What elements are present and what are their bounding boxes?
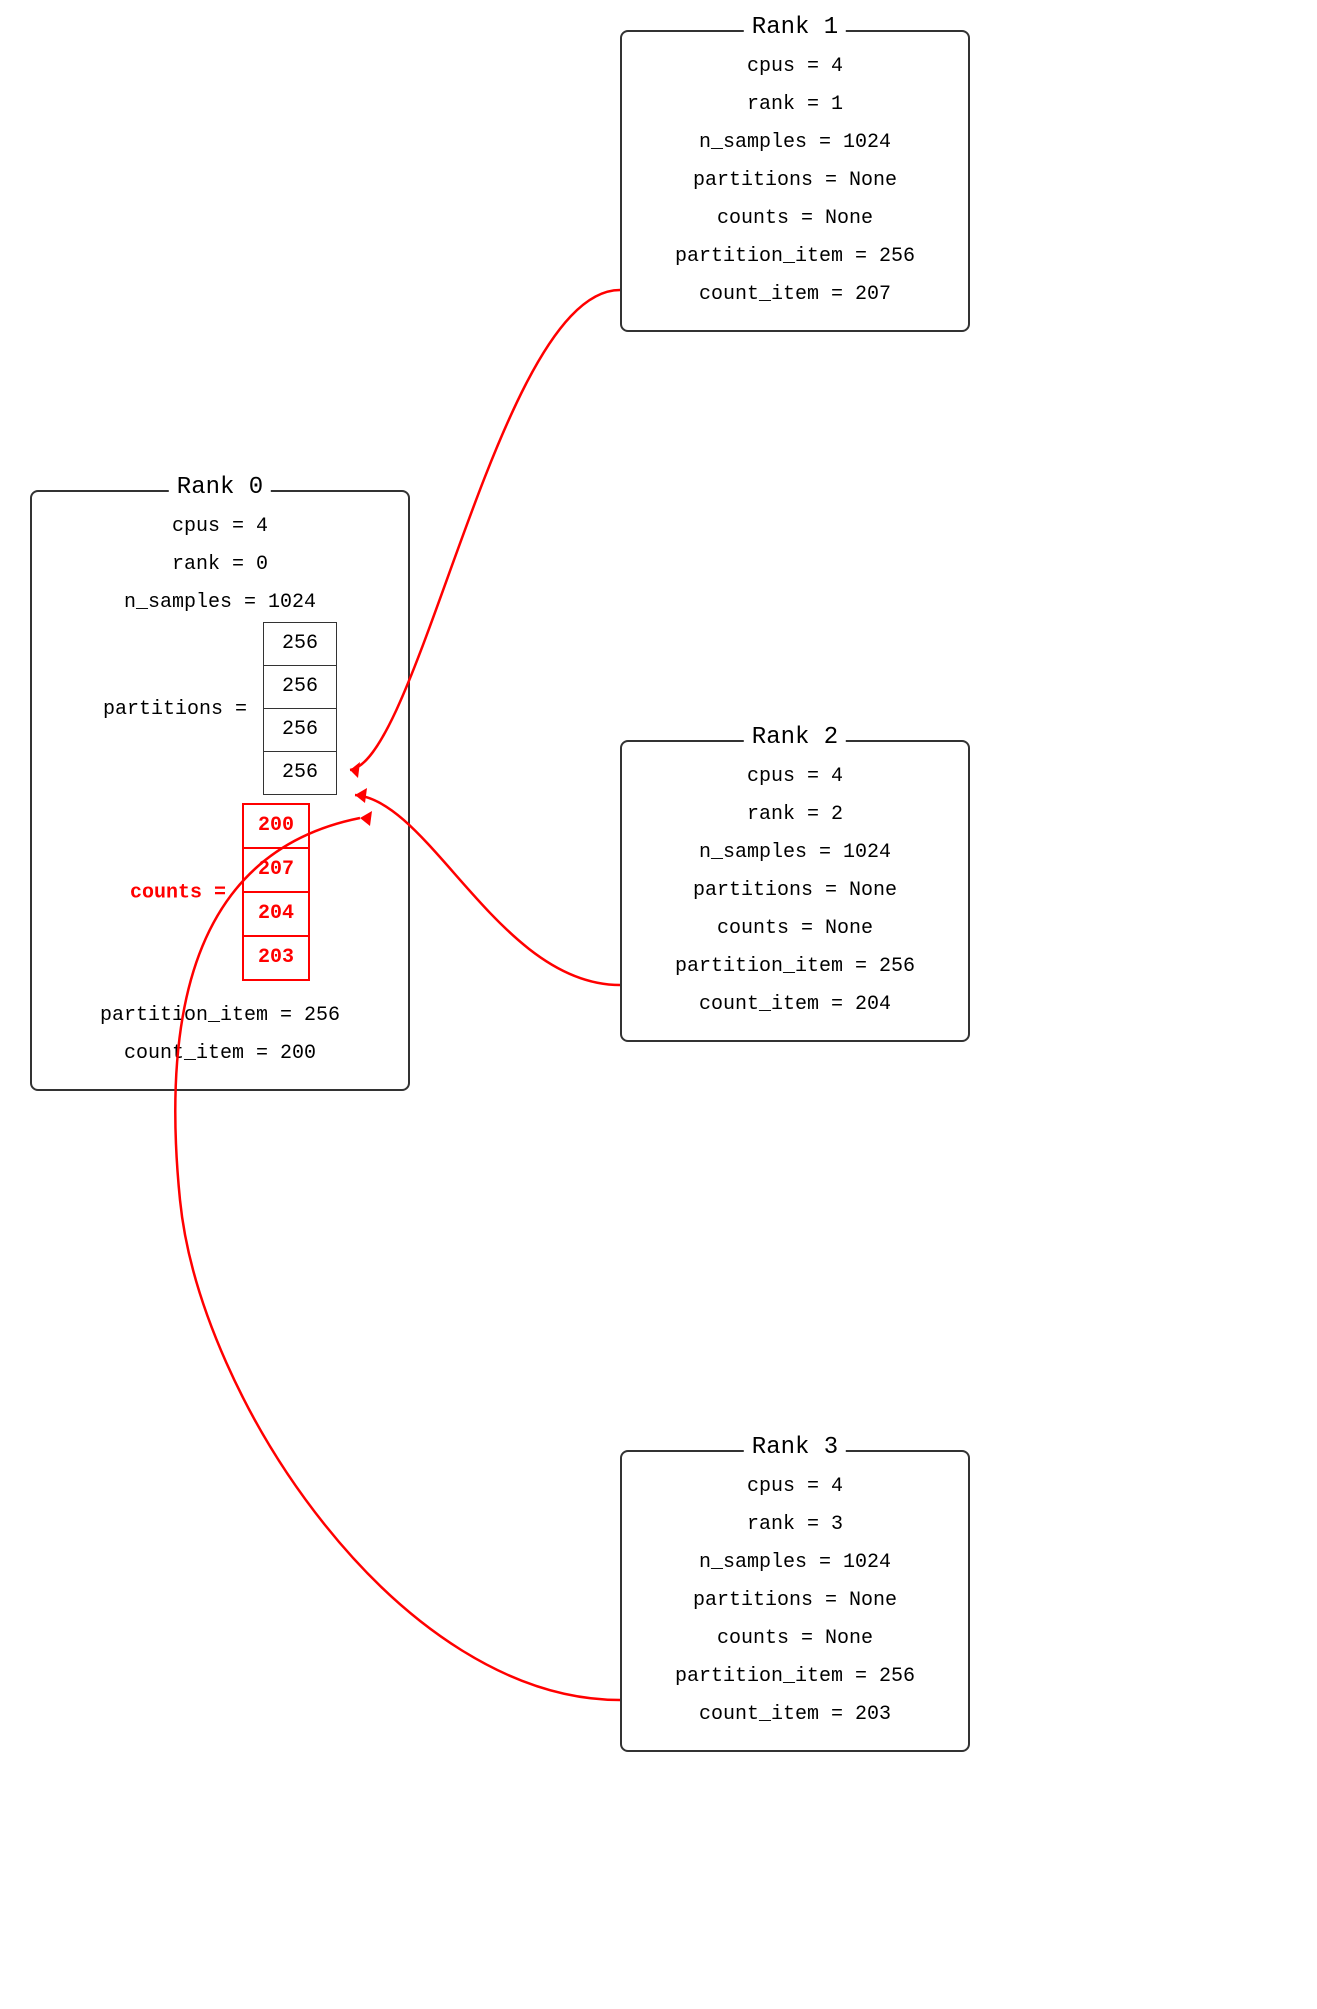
partition-val-2: 256 <box>264 709 337 752</box>
count-val-3: 203 <box>243 936 309 980</box>
rank1-box: Rank 1 cpus = 4 rank = 1 n_samples = 102… <box>620 30 970 332</box>
rank2-cpus: cpus = 4 <box>646 758 944 796</box>
rank0-cpus: cpus = 4 <box>56 508 384 546</box>
rank3-count-item: count_item = 203 <box>646 1696 944 1734</box>
rank3-partitions: partitions = None <box>646 1582 944 1620</box>
rank2-counts: counts = None <box>646 910 944 948</box>
rank2-n-samples: n_samples = 1024 <box>646 834 944 872</box>
rank3-n-samples: n_samples = 1024 <box>646 1544 944 1582</box>
rank1-title: Rank 1 <box>744 14 846 41</box>
rank1-partition-item: partition_item = 256 <box>646 238 944 276</box>
rank0-partition-item: partition_item = 256 <box>56 997 384 1035</box>
rank0-partitions-table: 256 256 256 256 <box>263 622 337 795</box>
rank2-rank: rank = 2 <box>646 796 944 834</box>
rank1-rank: rank = 1 <box>646 86 944 124</box>
rank2-title: Rank 2 <box>744 724 846 751</box>
rank0-counts-label: counts = <box>130 881 226 904</box>
count-val-1: 207 <box>243 848 309 892</box>
rank3-cpus: cpus = 4 <box>646 1468 944 1506</box>
partition-val-0: 256 <box>264 623 337 666</box>
rank2-count-item: count_item = 204 <box>646 986 944 1024</box>
rank0-partitions-row: partitions = 256 256 256 256 <box>56 622 384 795</box>
rank3-partition-item: partition_item = 256 <box>646 1658 944 1696</box>
partition-val-1: 256 <box>264 666 337 709</box>
rank0-rank: rank = 0 <box>56 546 384 584</box>
rank2-box: Rank 2 cpus = 4 rank = 2 n_samples = 102… <box>620 740 970 1042</box>
rank3-title: Rank 3 <box>744 1434 846 1461</box>
rank0-counts-table: 200 207 204 203 <box>242 803 310 981</box>
count-val-2: 204 <box>243 892 309 936</box>
rank1-count-item: count_item = 207 <box>646 276 944 314</box>
rank0-counts-row: counts = 200 207 204 203 <box>56 803 384 981</box>
rank1-n-samples: n_samples = 1024 <box>646 124 944 162</box>
rank3-box: Rank 3 cpus = 4 rank = 3 n_samples = 102… <box>620 1450 970 1752</box>
rank2-partitions: partitions = None <box>646 872 944 910</box>
rank3-counts: counts = None <box>646 1620 944 1658</box>
rank0-partitions-label: partitions = <box>103 698 247 721</box>
rank1-partitions: partitions = None <box>646 162 944 200</box>
count-val-0: 200 <box>243 804 309 848</box>
rank0-title: Rank 0 <box>169 474 271 501</box>
rank2-partition-item: partition_item = 256 <box>646 948 944 986</box>
rank0-box: Rank 0 cpus = 4 rank = 0 n_samples = 102… <box>30 490 410 1091</box>
rank1-cpus: cpus = 4 <box>646 48 944 86</box>
rank0-count-item: count_item = 200 <box>56 1035 384 1073</box>
partition-val-3: 256 <box>264 752 337 795</box>
rank3-rank: rank = 3 <box>646 1506 944 1544</box>
rank0-n-samples: n_samples = 1024 <box>56 584 384 622</box>
rank1-counts: counts = None <box>646 200 944 238</box>
